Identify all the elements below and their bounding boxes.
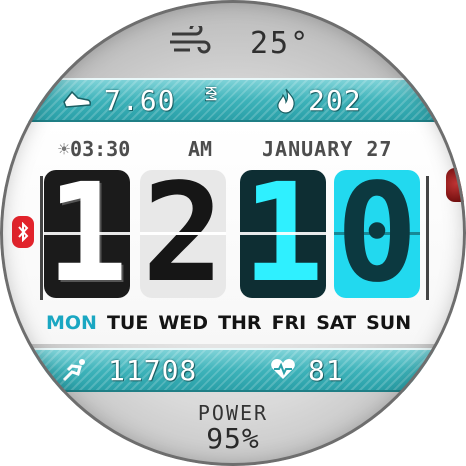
weekday-wed: WED bbox=[158, 312, 209, 334]
sunrise-icon: ☀ bbox=[58, 137, 71, 161]
bluetooth-icon bbox=[12, 216, 34, 248]
right-bracket bbox=[426, 176, 429, 300]
wind-icon bbox=[170, 26, 211, 54]
weekday-fri: FRI bbox=[271, 312, 307, 334]
time-display[interactable]: 1 2 1 0 bbox=[44, 170, 424, 302]
flame-icon bbox=[277, 88, 295, 114]
crown-button[interactable] bbox=[446, 168, 464, 202]
distance-unit: KM bbox=[202, 86, 218, 99]
calories-value: 202 bbox=[308, 84, 362, 117]
sunrise-time: ☀03:30 bbox=[58, 137, 130, 163]
weekday-thr: THR bbox=[218, 312, 262, 334]
hour-ones-digit: 2 bbox=[140, 170, 226, 298]
ampm-indicator: AM bbox=[188, 137, 213, 161]
battery-percentage: 95% bbox=[206, 422, 260, 455]
shoe-icon bbox=[63, 90, 91, 108]
date-label[interactable]: JANUARY 27 bbox=[262, 137, 392, 161]
weekday-row: MON TUE WED THR FRI SAT SUN bbox=[46, 312, 426, 340]
temperature-value: 25° bbox=[250, 26, 311, 61]
steps-value: 11708 bbox=[108, 354, 198, 387]
weekday-mon: MON bbox=[46, 312, 97, 334]
sunrise-time-value: 03:30 bbox=[70, 137, 131, 161]
watch-face: 25° 7.60 KM 202 ☀03:30 AM JANUARY 27 1 2… bbox=[0, 0, 466, 466]
running-icon bbox=[62, 359, 85, 382]
weekday-sun: SUN bbox=[366, 312, 412, 334]
distance-value: 7.60 bbox=[104, 84, 176, 117]
activity-band-top: 7.60 KM 202 bbox=[0, 78, 466, 122]
weather-widget[interactable]: 25° bbox=[168, 24, 328, 64]
activity-band-bottom: 11708 81 bbox=[0, 348, 466, 392]
heart-rate-icon bbox=[271, 359, 295, 379]
weekday-tue: TUE bbox=[106, 312, 149, 334]
hour-tens-digit: 1 bbox=[44, 170, 130, 298]
minute-ones-digit: 0 bbox=[334, 170, 420, 298]
weekday-sat: SAT bbox=[316, 312, 357, 334]
minute-tens-digit: 1 bbox=[240, 170, 326, 298]
left-bracket bbox=[40, 176, 43, 300]
heart-rate-value: 81 bbox=[308, 354, 344, 387]
